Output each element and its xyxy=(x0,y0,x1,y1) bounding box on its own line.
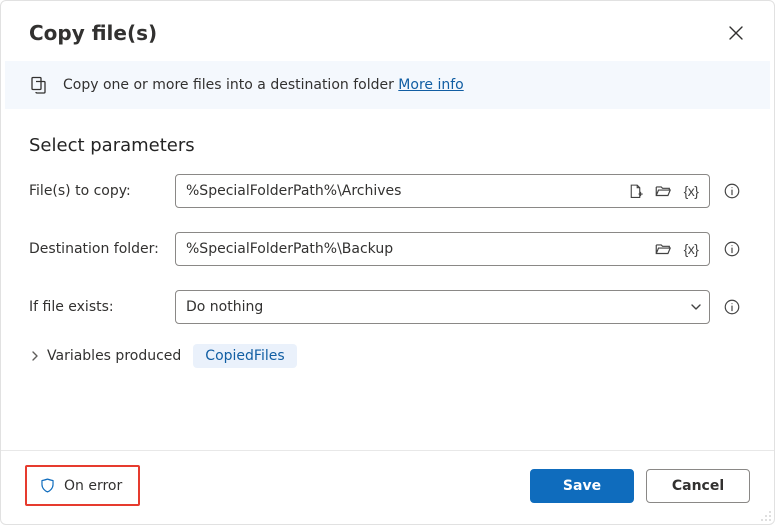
info-icon xyxy=(723,240,741,258)
variable-chip-copiedfiles[interactable]: CopiedFiles xyxy=(193,344,296,368)
label-if-file-exists: If file exists: xyxy=(29,299,167,315)
chevron-down-icon xyxy=(689,300,703,314)
insert-variable-button[interactable]: {x} xyxy=(679,179,703,203)
variable-icon: {x} xyxy=(682,241,701,257)
description-banner: Copy one or more files into a destinatio… xyxy=(5,61,770,109)
on-error-highlight: On error xyxy=(25,465,140,506)
dialog-body: Select parameters File(s) to copy: {x} xyxy=(1,109,774,450)
chevron-right-icon xyxy=(29,350,41,362)
footer-actions: Save Cancel xyxy=(530,469,750,503)
save-button[interactable]: Save xyxy=(530,469,634,503)
if-file-exists-info-button[interactable] xyxy=(718,295,746,319)
close-button[interactable] xyxy=(720,17,752,49)
close-icon xyxy=(729,26,743,40)
shield-icon xyxy=(39,477,56,494)
row-if-file-exists: If file exists: Do nothing xyxy=(29,290,746,324)
on-error-label: On error xyxy=(64,478,122,494)
info-icon xyxy=(723,182,741,200)
copy-icon xyxy=(29,75,49,95)
row-destination-folder: Destination folder: {x} xyxy=(29,232,746,266)
dialog-title: Copy file(s) xyxy=(29,21,157,45)
banner-text: Copy one or more files into a destinatio… xyxy=(63,77,464,93)
variables-produced-toggle[interactable]: Variables produced xyxy=(29,348,181,364)
dialog-header: Copy file(s) xyxy=(1,1,774,55)
destination-folder-input[interactable] xyxy=(186,233,647,265)
variable-icon: {x} xyxy=(682,183,701,199)
insert-variable-button-dest[interactable]: {x} xyxy=(679,237,703,261)
file-picker-icon xyxy=(627,183,644,200)
section-title: Select parameters xyxy=(29,135,746,156)
cancel-button[interactable]: Cancel xyxy=(646,469,750,503)
copy-files-dialog: Copy file(s) Copy one or more files into… xyxy=(0,0,775,525)
destination-folder-info-button[interactable] xyxy=(718,237,746,261)
row-files-to-copy: File(s) to copy: {x} xyxy=(29,174,746,208)
variables-produced-label: Variables produced xyxy=(47,348,181,364)
row-variables-produced: Variables produced CopiedFiles xyxy=(29,344,746,368)
label-files-to-copy: File(s) to copy: xyxy=(29,183,167,199)
destination-folder-field[interactable]: {x} xyxy=(175,232,710,266)
folder-open-icon xyxy=(654,182,672,200)
files-to-copy-field[interactable]: {x} xyxy=(175,174,710,208)
select-file-button[interactable] xyxy=(623,179,647,203)
if-file-exists-select[interactable]: Do nothing xyxy=(175,290,710,324)
more-info-link[interactable]: More info xyxy=(398,77,463,93)
info-icon xyxy=(723,298,741,316)
on-error-button[interactable]: On error xyxy=(33,473,128,498)
browse-folder-button-dest[interactable] xyxy=(651,237,675,261)
files-to-copy-info-button[interactable] xyxy=(718,179,746,203)
label-destination-folder: Destination folder: xyxy=(29,241,167,257)
banner-description: Copy one or more files into a destinatio… xyxy=(63,77,398,93)
files-to-copy-input[interactable] xyxy=(186,175,619,207)
if-file-exists-value: Do nothing xyxy=(186,299,263,315)
dialog-footer: On error Save Cancel xyxy=(1,450,774,524)
folder-open-icon xyxy=(654,240,672,258)
browse-folder-button[interactable] xyxy=(651,179,675,203)
